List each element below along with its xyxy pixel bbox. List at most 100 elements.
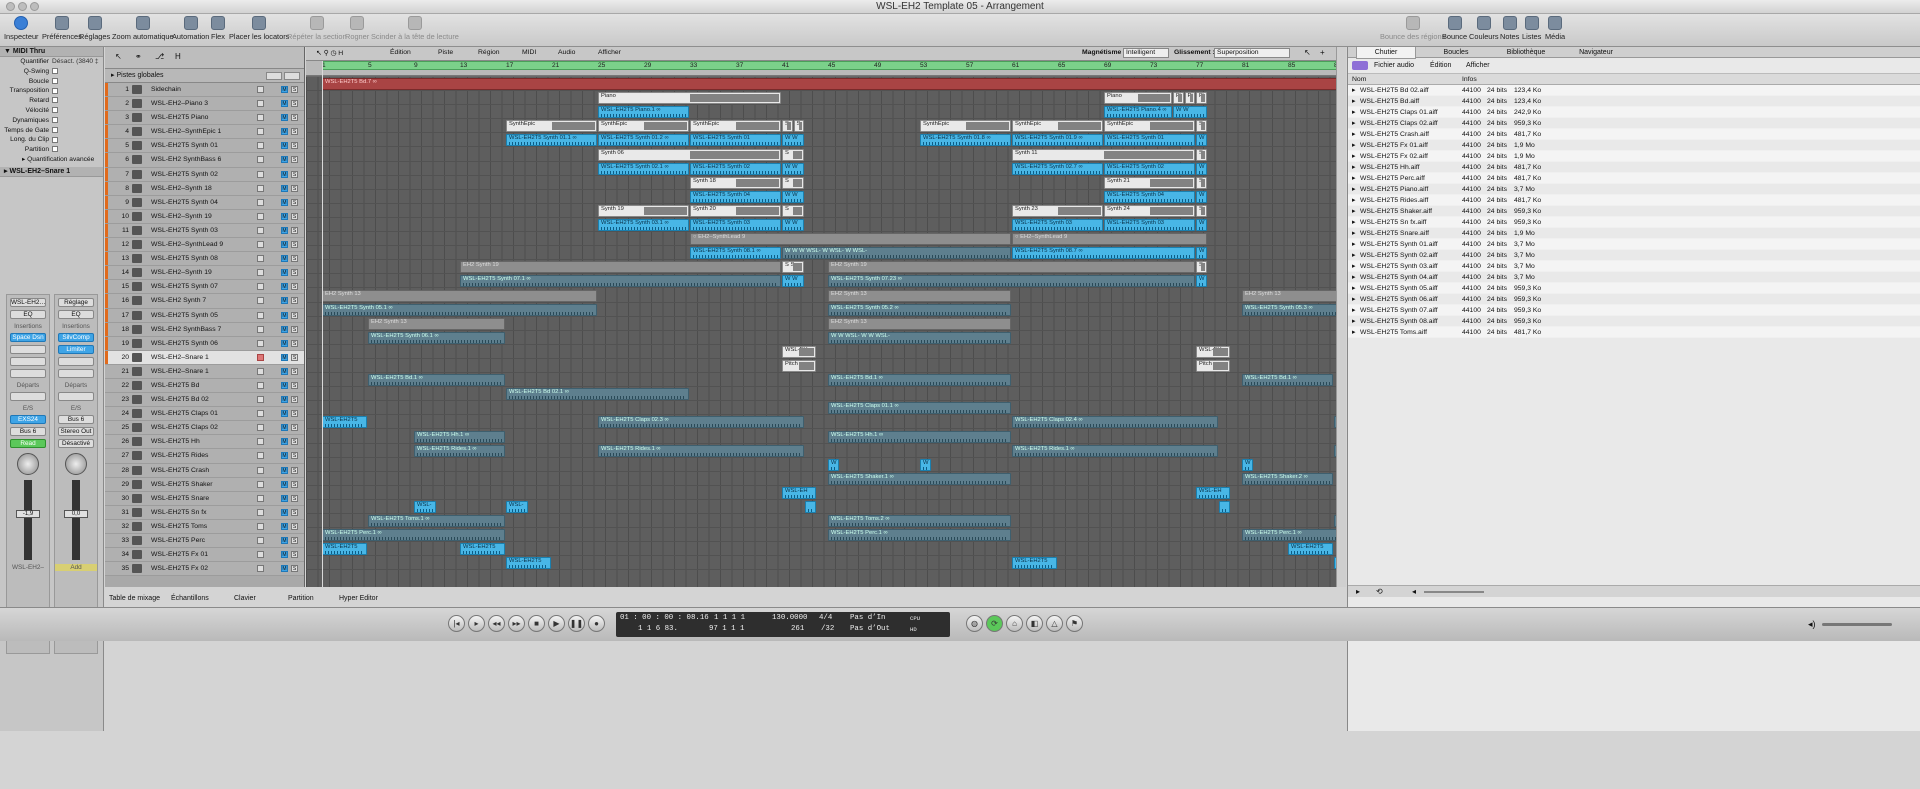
file-row[interactable]: ▸ WSL-EH2T5 Bd 02.aiff 44100 24 bits 123,4 K… [1348, 85, 1920, 96]
pan-knob[interactable] [17, 453, 39, 475]
track-record-button[interactable] [257, 480, 264, 488]
track-mute-button[interactable]: M [281, 396, 288, 404]
automation-mode[interactable]: Désactivé [58, 439, 94, 448]
midi-region[interactable]: S [782, 148, 804, 161]
record-icon[interactable]: ● [588, 615, 605, 632]
audio-region[interactable]: WSL-EH2T5 Synth 08.7 ∞ [1012, 247, 1195, 260]
audio-region[interactable]: WSL-EH2T5 Synth 05.2 ∞ [828, 303, 1011, 316]
audio-region[interactable]: W W WSL- W W WSL- [828, 331, 1011, 344]
track-name[interactable]: WSL-EH2T5 Synth 05 [151, 309, 218, 323]
file-row[interactable]: ▸ WSL-EH2T5 Claps 02.aiff 44100 24 bits 959,… [1348, 118, 1920, 129]
track-header-row[interactable]: 2 WSL-EH2–Piano 3 MS [105, 97, 304, 112]
param-checkbox[interactable] [52, 135, 58, 145]
track-header-row[interactable]: 6 WSL-EH2 SynthBass 6 MS [105, 153, 304, 168]
checkbox-icon[interactable] [52, 107, 58, 114]
track-solo-button[interactable]: S [291, 452, 298, 460]
audio-region[interactable]: WSL-EH2T5 Rides.1 ∞ [414, 444, 505, 457]
audio-region[interactable]: WSL-EH2T5 Perc.1 ∞ [322, 529, 505, 542]
param-row[interactable]: Temps de Gate [0, 126, 103, 136]
file-row[interactable]: ▸ WSL-EH2T5 Rides.aiff 44100 24 bits 481,7 K… [1348, 195, 1920, 206]
disclosure-triangle-icon[interactable]: ▸ [1352, 239, 1355, 250]
disclosure-triangle-icon[interactable]: ▸ [1352, 140, 1355, 151]
disclosure-triangle-icon[interactable]: ▸ [1352, 217, 1355, 228]
track-name[interactable]: WSL-EH2–Snare 1 [151, 365, 209, 379]
midi-region[interactable]: SynthEpic [1012, 120, 1103, 133]
file-row[interactable]: ▸ WSL-EH2T5 Shaker.aiff 44100 24 bits 959,3 … [1348, 206, 1920, 217]
track-header-row[interactable]: 30 WSL-EH2T5 Snare M S [105, 491, 304, 506]
bounce-regions-button[interactable]: Bounce des régions [1380, 16, 1445, 41]
track-header[interactable]: ▸ WSL-EH2–Snare 1 [0, 166, 103, 177]
track-header-row[interactable]: 27 WSL-EH2T5 Rides M S [105, 449, 304, 464]
midi-region[interactable]: Synth 21 [1104, 176, 1195, 189]
track-name[interactable]: WSL-EH2T5 Bd [151, 379, 199, 393]
file-row[interactable]: ▸ WSL-EH2T5 Toms.aiff 44100 24 bits 481,7 Ko [1348, 327, 1920, 338]
track-mute-button[interactable]: M [281, 226, 288, 234]
param-row[interactable]: Retard [0, 96, 103, 106]
audio-region[interactable]: WSL-EH2T5 Synth 03.1 ∞ [598, 219, 689, 231]
track-header-row[interactable]: 23 WSL-EH2T5 Bd 02 M S [105, 393, 304, 408]
disclosure-triangle-icon[interactable]: ▸ [1352, 184, 1355, 195]
track-header-row[interactable]: 11 WSL-EH2T5 Synth 03 M S [105, 223, 304, 239]
track-header-row[interactable]: 3 WSL-EH2T5 Piano M S [105, 111, 304, 126]
track-mute-button[interactable]: M [281, 198, 288, 206]
track-solo-button[interactable]: S [291, 325, 298, 333]
audio-file-menu[interactable]: Fichier audio [1374, 62, 1414, 69]
param-checkbox[interactable] [52, 96, 58, 106]
audio-region[interactable]: W W [1173, 106, 1207, 119]
audio-region[interactable]: WSL-EH2T5 Bd 02.1 ∞ [506, 388, 689, 401]
midi-region[interactable]: SynthEpic [506, 120, 597, 133]
track-record-button[interactable] [257, 466, 264, 474]
track-name[interactable]: WSL-EH2T5 Synth 03 [151, 224, 218, 238]
audio-region[interactable]: WSL-EH2T5 Bd.7 ∞ [322, 78, 1336, 90]
track-mute-button[interactable]: M [281, 184, 288, 192]
audio-region[interactable]: WSL-EH2T5 Synth 02.7 ∞ [1012, 162, 1103, 175]
track-name[interactable]: WSL-EH2T5 Synth 08 [151, 252, 218, 266]
tab-samples[interactable]: Échantillons [171, 595, 209, 602]
param-checkbox[interactable] [52, 126, 58, 136]
volume-fader[interactable]: -1,9 [16, 480, 40, 560]
track-mute-button[interactable]: M [281, 283, 288, 291]
audio-region[interactable]: WSL-EH2T5 Synth 01.1 ∞ [506, 134, 597, 147]
track-solo-button[interactable]: S [291, 86, 298, 93]
param-row[interactable]: Quantifier Désact. (3840 ‡ [0, 57, 103, 67]
midi-region[interactable]: S [1196, 204, 1207, 217]
fader-cap[interactable]: 0,0 [64, 510, 88, 518]
audio-region[interactable]: WSL-EH2T5 Synth 03 [1104, 219, 1195, 231]
midi-region[interactable]: EH2 Synth 19 [460, 261, 781, 274]
track-solo-button[interactable]: S [291, 226, 298, 234]
track-mute-button[interactable]: M [281, 353, 288, 361]
track-record-button[interactable] [257, 297, 264, 305]
track-header-row[interactable]: 33 WSL-EH2T5 Perc M S [105, 534, 304, 549]
midi-region[interactable]: S [1196, 120, 1207, 133]
trim-button[interactable]: Rogner [345, 16, 369, 41]
track-header-row[interactable]: 28 WSL-EH2T5 Crash M S [105, 463, 304, 478]
midi-region[interactable]: SynthEpic [920, 120, 1011, 133]
track-solo-button[interactable]: S [291, 537, 298, 544]
audio-region[interactable]: WSL-EH2T5 Toms.1 ∞ [368, 515, 505, 528]
track-lane[interactable] [306, 556, 1336, 571]
track-header-row[interactable]: 22 WSL-EH2T5 Bd M S [105, 378, 304, 394]
track-name[interactable]: WSL-EH2T5 Synth 01 [151, 139, 218, 153]
track-solo-button[interactable]: S [291, 367, 298, 375]
tab-bibliotheque[interactable]: Bibliothèque [1496, 47, 1556, 58]
midi-thru-header[interactable]: ▼ MIDI Thru [0, 47, 103, 57]
midi-region[interactable]: Synth 23 [1012, 204, 1103, 217]
track-solo-button[interactable]: S [291, 269, 298, 277]
track-name[interactable]: WSL-EH2T5 Fx 01 [151, 548, 208, 562]
track-record-button[interactable] [257, 438, 264, 446]
go-to-start-icon[interactable]: |◂ [448, 615, 465, 632]
track-mute-button[interactable]: M [281, 255, 288, 263]
track-header-row[interactable]: 10 WSL-EH2–Synth 19 M S [105, 209, 304, 224]
param-row[interactable]: Vélocité [0, 106, 103, 116]
track-header-row[interactable]: 19 WSL-EH2T5 Synth 06 M S [105, 336, 304, 351]
transport-lcd[interactable]: 01 : 00 : 00 : 08.16 1 1 6 83. 1 1 1 1 9… [616, 612, 950, 637]
preferences-button[interactable]: Préférences [42, 16, 82, 41]
disclosure-triangle-icon[interactable]: ▸ [1352, 250, 1355, 261]
checkbox-icon[interactable] [52, 68, 58, 75]
track-solo-button[interactable]: S [291, 255, 298, 263]
audio-region[interactable]: W W W WSL- W WSL- W WSL- [782, 247, 1011, 260]
insert-slot-1[interactable]: SilvComp [58, 333, 94, 342]
track-header-row[interactable]: 31 WSL-EH2T5 Sn fx M S [105, 505, 304, 520]
track-lane[interactable] [306, 458, 1336, 472]
automation-mode[interactable]: Read [10, 439, 46, 448]
